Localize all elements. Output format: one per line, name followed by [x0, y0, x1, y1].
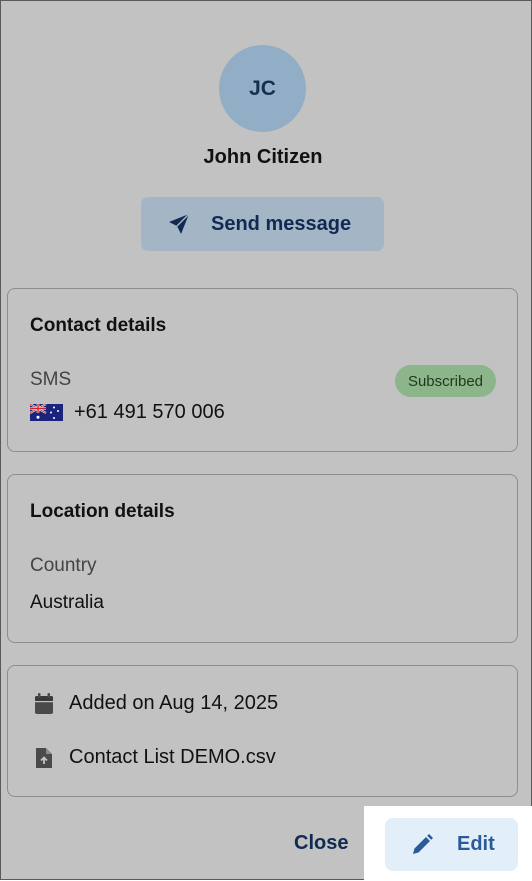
edit-button-highlight: Edit — [364, 806, 532, 881]
meta-card: Added on Aug 14, 2025 Contact List DEMO.… — [7, 665, 518, 797]
location-details-card: Location details Country Australia — [7, 474, 518, 643]
contact-detail-panel: JC John Citizen Send message Contact det… — [0, 0, 532, 881]
contact-name: John Citizen — [203, 146, 323, 168]
source-file-text: Contact List DEMO.csv — [69, 746, 276, 768]
pencil-icon — [413, 833, 433, 854]
added-on-text: Added on Aug 14, 2025 — [69, 692, 279, 714]
avatar-initials: JC — [249, 76, 276, 100]
file-upload-icon — [36, 747, 52, 768]
calendar-icon — [35, 692, 53, 714]
edit-button[interactable]: Edit — [385, 818, 518, 871]
phone-row: +61 491 570 006 — [30, 401, 225, 424]
phone-number: +61 491 570 006 — [74, 401, 225, 423]
location-details-title: Location details — [30, 501, 175, 522]
status-badge: Subscribed — [394, 365, 496, 397]
australia-flag-icon — [30, 404, 63, 421]
added-on-row: Added on Aug 14, 2025 — [34, 692, 278, 715]
close-button[interactable]: Close — [294, 832, 348, 855]
source-file-row: Contact List DEMO.csv — [34, 746, 276, 769]
sms-label: SMS — [30, 369, 72, 390]
send-icon — [169, 213, 190, 234]
send-message-button[interactable]: Send message — [141, 197, 384, 251]
country-label: Country — [30, 555, 97, 576]
edit-label: Edit — [457, 833, 495, 855]
country-value: Australia — [30, 592, 104, 613]
send-message-label: Send message — [211, 212, 352, 235]
contact-details-card: Contact details SMS Subscribed +61 491 5… — [7, 288, 518, 452]
contact-details-title: Contact details — [30, 315, 167, 336]
avatar: JC — [219, 45, 306, 132]
